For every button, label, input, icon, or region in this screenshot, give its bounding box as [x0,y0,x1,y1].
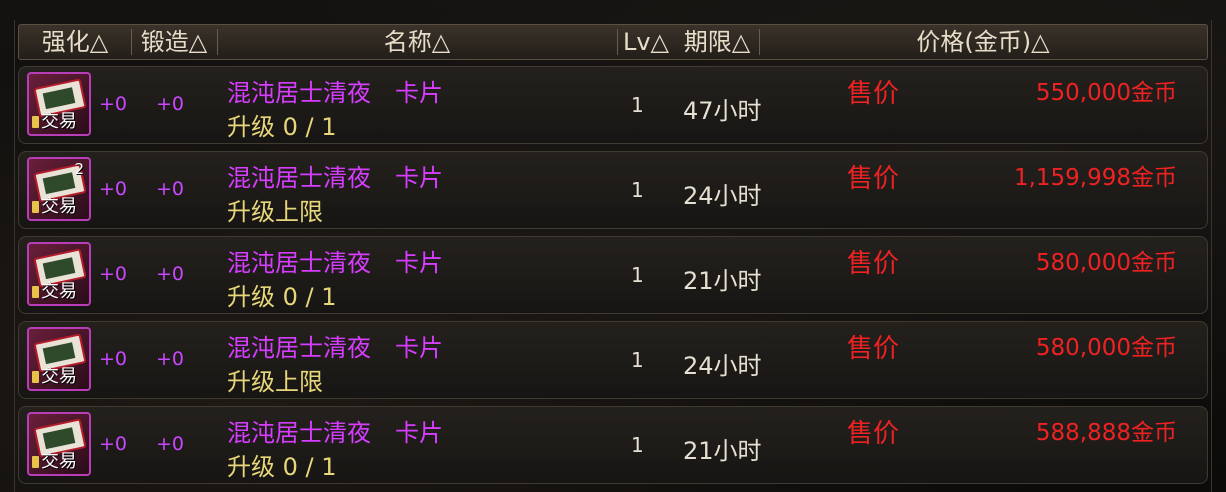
price-value: 580,000金币 [1035,250,1177,276]
sell-label: 售价 [847,79,900,109]
price-value: 1,159,998金币 [1013,165,1177,191]
listing-row[interactable]: 交易 +0 +0 混沌居士清夜 卡片 升级 0 / 1 1 21小时 售价 58… [18,236,1208,314]
enhance-value: +0 [99,433,128,455]
item-name[interactable]: 混沌居士清夜 卡片 [227,413,443,448]
enhance-value: +0 [99,93,128,115]
period-value: 21小时 [683,437,762,465]
item-name[interactable]: 混沌居士清夜 卡片 [227,243,443,278]
sort-lv-header[interactable]: Lv△ [617,25,675,59]
column-header: 强化△ 锻造△ 名称△ Lv△ 期限△ 价格(金币)△ [18,24,1208,60]
period-value: 24小时 [683,352,762,380]
upgrade-status: 升级上限 [227,368,323,396]
listing-row[interactable]: 交易 +0 +0 混沌居士清夜 卡片 升级 0 / 1 1 47小时 售价 55… [18,66,1208,144]
enhance-value: +0 [99,348,128,370]
trade-badge: 交易 [31,196,77,218]
forge-value: +0 [156,93,185,115]
card-item-icon[interactable]: 2 交易 [27,157,91,221]
item-name[interactable]: 混沌居士清夜 卡片 [227,73,443,108]
sell-label: 售价 [847,249,900,279]
sell-label: 售价 [847,419,900,449]
forge-value: +0 [156,178,185,200]
trade-badge: 交易 [31,366,77,388]
enhance-value: +0 [99,263,128,285]
period-value: 47小时 [683,97,762,125]
upgrade-status: 升级 0 / 1 [227,113,337,141]
upgrade-status: 升级 0 / 1 [227,453,337,481]
forge-value: +0 [156,263,185,285]
listing-row[interactable]: 2 交易 +0 +0 混沌居士清夜 卡片 升级上限 1 24小时 售价 1,15… [18,151,1208,229]
card-item-icon[interactable]: 交易 [27,327,91,391]
sort-enhance-header[interactable]: 强化△ [19,25,131,59]
level-value: 1 [631,348,644,372]
period-value: 24小时 [683,182,762,210]
forge-value: +0 [156,348,185,370]
sell-label: 售价 [847,334,900,364]
card-item-icon[interactable]: 交易 [27,72,91,136]
listing-row[interactable]: 交易 +0 +0 混沌居士清夜 卡片 升级上限 1 24小时 售价 580,00… [18,321,1208,399]
trade-badge: 交易 [31,451,77,473]
enhance-value: +0 [99,178,128,200]
level-value: 1 [631,433,644,457]
sort-forge-header[interactable]: 锻造△ [131,25,217,59]
item-name[interactable]: 混沌居士清夜 卡片 [227,328,443,363]
level-value: 1 [631,263,644,287]
item-name[interactable]: 混沌居士清夜 卡片 [227,158,443,193]
sell-label: 售价 [847,164,900,194]
trade-badge: 交易 [31,111,77,133]
price-value: 550,000金币 [1035,80,1177,106]
sort-period-header[interactable]: 期限△ [675,25,759,59]
trade-badge: 交易 [31,281,77,303]
price-value: 580,000金币 [1035,335,1177,361]
sort-price-header[interactable]: 价格(金币)△ [759,25,1207,59]
level-value: 1 [631,178,644,202]
sort-name-header[interactable]: 名称△ [217,25,617,59]
card-item-icon[interactable]: 交易 [27,412,91,476]
period-value: 21小时 [683,267,762,295]
upgrade-status: 升级 0 / 1 [227,283,337,311]
price-value: 588,888金币 [1035,420,1177,446]
card-item-icon[interactable]: 交易 [27,242,91,306]
level-value: 1 [631,93,644,117]
forge-value: +0 [156,433,185,455]
stack-count: 2 [74,160,84,178]
upgrade-status: 升级上限 [227,198,323,226]
listing-row[interactable]: 交易 +0 +0 混沌居士清夜 卡片 升级 0 / 1 1 21小时 售价 58… [18,406,1208,484]
